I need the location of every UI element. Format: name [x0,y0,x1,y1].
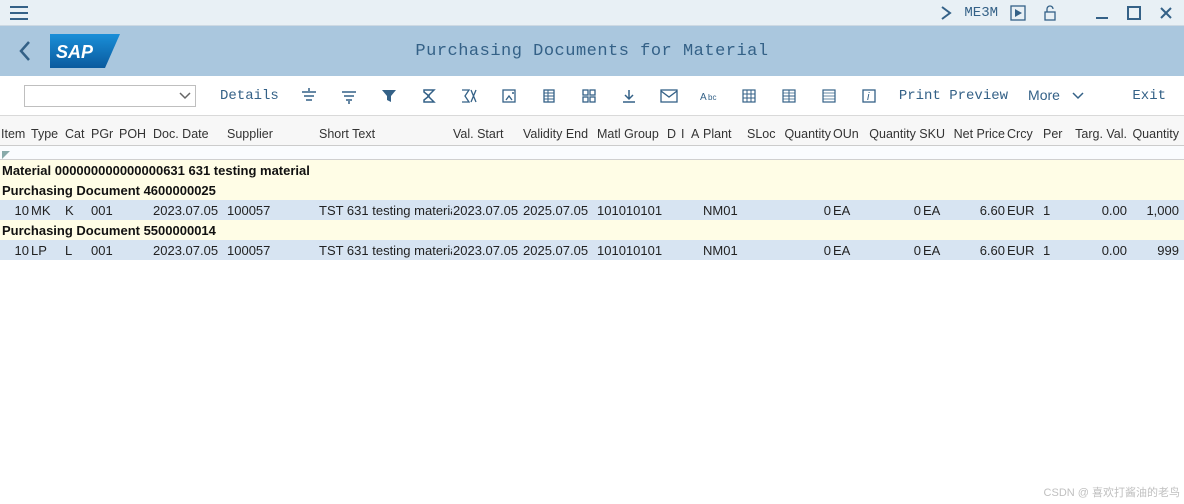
views-icon[interactable] [571,82,607,110]
details-button[interactable]: Details [212,84,287,108]
col-crcy[interactable]: Crcy [1006,127,1042,141]
toolbar: Details Abc i Print Preview [0,76,1184,116]
page-title: Purchasing Documents for Material [120,42,1064,61]
col-validityend[interactable]: Validity End [522,127,596,141]
layout-select[interactable] [24,85,196,107]
group-pd1[interactable]: Purchasing Document 4600000025 [0,180,1184,200]
col-pgr[interactable]: PGr [90,127,118,141]
col-per[interactable]: Per [1042,127,1068,141]
grid-corner[interactable] [0,146,1184,160]
mail-icon[interactable] [651,82,687,110]
download-icon[interactable] [611,82,647,110]
export-icon[interactable] [531,82,567,110]
more-button[interactable]: More [1020,83,1092,109]
svg-text:A: A [700,92,707,103]
minimize-icon[interactable] [1090,3,1114,23]
col-targval[interactable]: Targ. Val. [1068,127,1128,141]
sap-logo: SAP [50,34,120,68]
col-a[interactable]: A [690,127,702,141]
tcode-label: ME3M [964,5,998,21]
svg-text:bc: bc [708,93,716,102]
col-netprice[interactable]: Net Price [946,127,1006,141]
col-docdate[interactable]: Doc. Date [152,127,226,141]
print-icon[interactable] [491,82,527,110]
watermark: CSDN @ 喜欢打酱油的老鸟 [1044,484,1180,500]
table-row[interactable]: 10 MK K 001 2023.07.05 100057 TST 631 te… [0,200,1184,220]
group-pd2[interactable]: Purchasing Document 5500000014 [0,220,1184,240]
grid-header: Item Type Cat PGr POH Doc. Date Supplier… [0,116,1184,146]
col-oun[interactable]: OUn [832,127,866,141]
sort-desc-icon[interactable] [331,82,367,110]
col-plant[interactable]: Plant [702,127,746,141]
subtotal-icon[interactable] [451,82,487,110]
col-valstart[interactable]: Val. Start [452,127,522,141]
forward-icon[interactable] [936,4,956,22]
grid2-icon[interactable] [771,82,807,110]
table-row[interactable]: 10 LP L 001 2023.07.05 100057 TST 631 te… [0,240,1184,260]
maximize-icon[interactable] [1122,3,1146,23]
info-icon[interactable]: i [851,82,887,110]
exit-button[interactable]: Exit [1124,84,1174,108]
col-quantity2[interactable]: Quantity [1128,127,1180,141]
col-poh[interactable]: POH [118,127,152,141]
col-qtysku[interactable]: Quantity SKU [866,127,946,141]
hamburger-menu-icon[interactable] [6,4,32,22]
unlock-icon[interactable] [1038,3,1062,23]
svg-text:SAP: SAP [56,42,94,62]
col-sloc[interactable]: SLoc [746,127,780,141]
col-item[interactable]: Item [0,127,30,141]
group-material[interactable]: Material 000000000000000631 631 testing … [0,160,1184,180]
back-button[interactable] [10,36,40,66]
app-header: SAP Purchasing Documents for Material [0,26,1184,76]
sort-asc-icon[interactable] [291,82,327,110]
total-icon[interactable] [411,82,447,110]
col-cat[interactable]: Cat [64,127,90,141]
close-icon[interactable] [1154,3,1178,23]
filter-icon[interactable] [371,82,407,110]
grid1-icon[interactable] [731,82,767,110]
col-quantity[interactable]: Quantity [780,127,832,141]
grid-area: Item Type Cat PGr POH Doc. Date Supplier… [0,116,1184,504]
titlebar: ME3M [0,0,1184,26]
grid3-icon[interactable] [811,82,847,110]
svg-text:i: i [867,91,870,103]
print-preview-button[interactable]: Print Preview [891,84,1016,108]
more-label: More [1028,87,1060,103]
col-shorttext[interactable]: Short Text [318,127,452,141]
col-type[interactable]: Type [30,127,64,141]
col-supplier[interactable]: Supplier [226,127,318,141]
abc-icon[interactable]: Abc [691,82,727,110]
col-i[interactable]: I [680,127,690,141]
col-matlgroup[interactable]: Matl Group [596,127,666,141]
select-all-icon[interactable] [2,146,10,154]
play-icon[interactable] [1006,3,1030,23]
col-d[interactable]: D [666,127,680,141]
